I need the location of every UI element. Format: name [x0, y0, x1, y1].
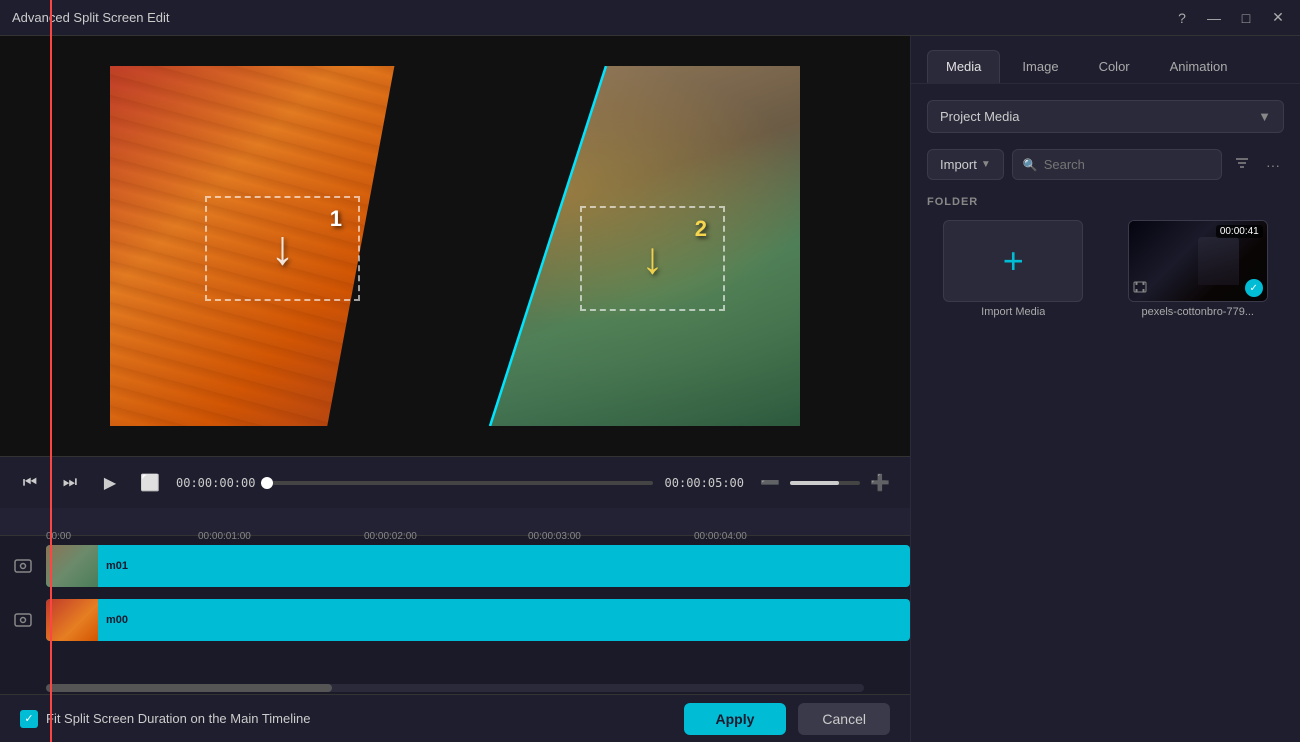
dropdown-value: Project Media: [940, 109, 1019, 124]
video-media-item[interactable]: 00:00:41 ✓ pexels-cottonbr: [1112, 220, 1285, 318]
titlebar-controls: ? — □ ✕: [1172, 8, 1288, 28]
slot-1-number: 1: [330, 206, 342, 232]
search-wrap[interactable]: 🔍: [1012, 149, 1222, 180]
track-row-1: m01: [0, 542, 910, 590]
video-media-thumb: 00:00:41 ✓: [1128, 220, 1268, 302]
track-1-label: m01: [98, 560, 136, 572]
center-area: ↓ 1 ↓ 2 ⏮ ⏭ ▶ ⬜ 00:00:00:00: [0, 36, 910, 742]
play-button[interactable]: ▶: [96, 469, 124, 497]
slot-2-number: 2: [695, 216, 707, 242]
ruler-mark-1: 00:00:01:00: [198, 531, 251, 542]
slot-1-arrow: ↓: [271, 221, 295, 276]
time-end: 00:00:05:00: [665, 476, 744, 490]
panel-tabs: Media Image Color Animation: [911, 36, 1300, 84]
media-grid: + Import Media 00:00:41: [927, 220, 1284, 318]
tab-media[interactable]: Media: [927, 50, 1000, 83]
dropdown-row: Project Media ▼: [927, 100, 1284, 133]
ruler-mark-4: 00:00:04:00: [694, 531, 747, 542]
checkbox-icon: ✓: [20, 710, 38, 728]
ruler-mark-2: 00:00:02:00: [364, 531, 417, 542]
tab-image[interactable]: Image: [1004, 50, 1076, 83]
minimize-button[interactable]: —: [1204, 8, 1224, 28]
ruler-mark-3: 00:00:03:00: [528, 531, 581, 542]
scrollbar-thumb[interactable]: [46, 684, 332, 692]
apply-button[interactable]: Apply: [684, 703, 787, 735]
step-back-button[interactable]: ⏭: [56, 469, 84, 497]
import-label: Import: [940, 157, 977, 172]
main-layout: ↓ 1 ↓ 2 ⏮ ⏭ ▶ ⬜ 00:00:00:00: [0, 36, 1300, 742]
slot-2: ↓ 2: [580, 206, 725, 311]
close-button[interactable]: ✕: [1268, 8, 1288, 28]
track-clip-2[interactable]: m00: [46, 599, 910, 641]
import-button[interactable]: Import ▼: [927, 149, 1004, 180]
slot-1: ↓ 1: [205, 196, 360, 301]
fit-checkbox-label: Fit Split Screen Duration on the Main Ti…: [46, 711, 310, 726]
import-chevron-icon: ▼: [981, 159, 991, 170]
search-row: Import ▼ 🔍 ···: [927, 149, 1284, 180]
cancel-button[interactable]: Cancel: [798, 703, 890, 735]
tab-color[interactable]: Color: [1081, 50, 1148, 83]
tab-animation[interactable]: Animation: [1152, 50, 1246, 83]
bottom-actions: Apply Cancel: [684, 703, 890, 735]
plus-icon: +: [1003, 240, 1024, 282]
volume-slider[interactable]: [790, 481, 860, 485]
crop-button[interactable]: ⬜: [136, 469, 164, 497]
track-clip-1[interactable]: m01: [46, 545, 910, 587]
timeline-scrollbar: [0, 682, 910, 694]
project-media-dropdown[interactable]: Project Media ▼: [927, 100, 1284, 133]
folder-label: FOLDER: [927, 196, 1284, 208]
panel-content: Project Media ▼ Import ▼ 🔍: [911, 84, 1300, 742]
track-row-2: m00: [0, 596, 910, 644]
import-media-thumb: +: [943, 220, 1083, 302]
track-1-icon: [0, 542, 46, 590]
slot-1-content: ↓ 1: [207, 198, 358, 299]
fit-checkbox[interactable]: ✓ Fit Split Screen Duration on the Main …: [20, 710, 310, 728]
import-media-label: Import Media: [981, 306, 1045, 318]
controls-bar: ⏮ ⏭ ▶ ⬜ 00:00:00:00 00:00:05:00 ➖ ➕: [0, 456, 910, 508]
split-canvas: ↓ 1 ↓ 2: [110, 66, 800, 426]
skip-back-button[interactable]: ⏮: [16, 469, 44, 497]
search-icon: 🔍: [1023, 158, 1038, 172]
timeline-ruler: 00:00 00:00:01:00 00:00:02:00 00:00:03:0…: [0, 508, 910, 536]
more-options-button[interactable]: ···: [1262, 153, 1284, 177]
track-2-label: m00: [98, 614, 136, 626]
volume-minus-button[interactable]: ➖: [756, 469, 784, 497]
film-icon: [1133, 280, 1147, 297]
volume-fill: [790, 481, 839, 485]
video-media-label: pexels-cottonbro-779...: [1141, 306, 1254, 318]
volume-plus-button[interactable]: ➕: [866, 469, 894, 497]
playhead: [50, 536, 52, 682]
preview-area: ↓ 1 ↓ 2: [0, 36, 910, 456]
import-media-item[interactable]: + Import Media: [927, 220, 1100, 318]
titlebar-title: Advanced Split Screen Edit: [12, 10, 170, 25]
progress-bar[interactable]: [267, 481, 652, 485]
help-button[interactable]: ?: [1172, 8, 1192, 28]
search-input[interactable]: [1044, 150, 1211, 179]
track-1-thumbnail: [46, 545, 98, 587]
video-duration: 00:00:41: [1216, 225, 1263, 238]
track-2-thumbnail: [46, 599, 98, 641]
progress-dot: [261, 477, 273, 489]
bottom-bar: ✓ Fit Split Screen Duration on the Main …: [0, 694, 910, 742]
maximize-button[interactable]: □: [1236, 8, 1256, 28]
titlebar: Advanced Split Screen Edit ? — □ ✕: [0, 0, 1300, 36]
slot-2-content: ↓ 2: [582, 208, 723, 309]
track-2-icon: [0, 596, 46, 644]
filter-button[interactable]: [1230, 151, 1254, 178]
scrollbar-track[interactable]: [46, 684, 864, 692]
volume-wrap: ➖ ➕: [756, 469, 894, 497]
dropdown-chevron-icon: ▼: [1258, 109, 1271, 124]
more-icon: ···: [1266, 157, 1280, 173]
right-panel: Media Image Color Animation Project Medi…: [910, 36, 1300, 742]
timeline-tracks: m01 m00: [0, 536, 910, 682]
time-current: 00:00:00:00: [176, 476, 255, 490]
checkmark-icon: ✓: [1245, 279, 1263, 297]
timeline-area: 00:00 00:00:01:00 00:00:02:00 00:00:03:0…: [0, 508, 910, 694]
slot-2-arrow: ↓: [642, 234, 664, 284]
